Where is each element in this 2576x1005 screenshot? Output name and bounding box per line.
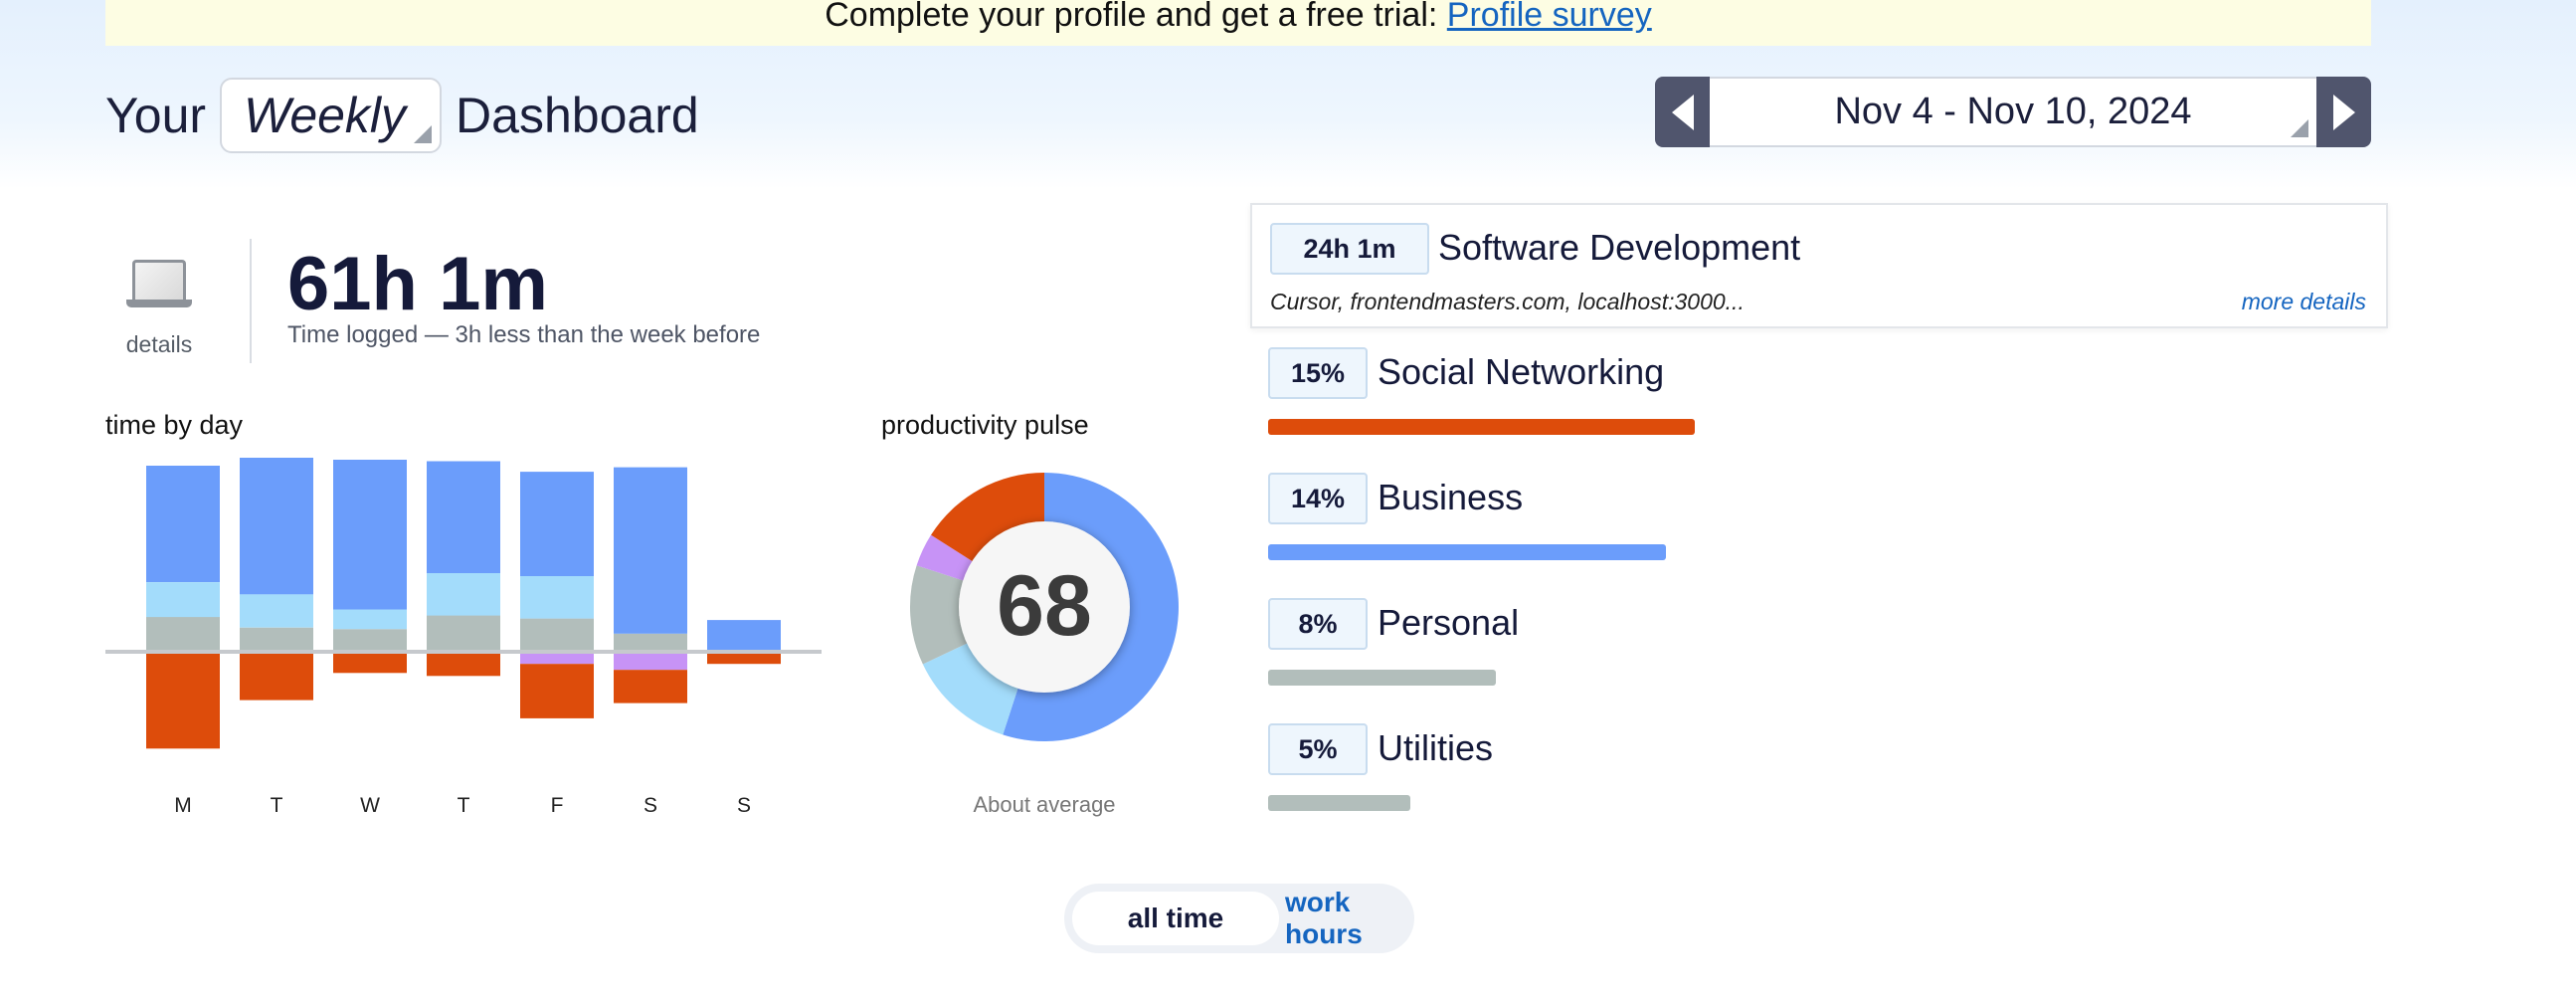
- dashboard-title: Your Weekly Dashboard: [105, 78, 699, 153]
- banner-text: Complete your profile and get a free tri…: [825, 0, 1438, 34]
- category-name: Business: [1378, 477, 1524, 517]
- category-name: Utilities: [1378, 727, 1494, 768]
- day-bar-segment: [240, 652, 313, 701]
- time-by-day-label: time by day: [105, 410, 244, 440]
- date-range-select[interactable]: Nov 4 - Nov 10, 2024: [1710, 77, 2316, 147]
- day-bar-segment: [333, 652, 407, 674]
- day-tick-label: M: [174, 794, 192, 817]
- total-time-subtitle: Time logged — 3h less than the week befo…: [287, 321, 761, 348]
- period-value: Weekly: [244, 88, 407, 143]
- day-bar-segment: [614, 670, 687, 704]
- day-bar-segment: [520, 472, 594, 576]
- day-bar-segment: [333, 460, 407, 610]
- day-tick-label: T: [458, 794, 470, 817]
- time-by-day-chart: MTWTFSS: [105, 458, 822, 817]
- day-bar-segment: [427, 573, 500, 616]
- arrow-left-icon: [1671, 94, 1694, 130]
- day-bar-segment: [520, 576, 594, 619]
- time-scope-toggle: all time work hours: [1064, 884, 1414, 953]
- day-bar-segment: [333, 609, 407, 630]
- all-time-option[interactable]: all time: [1072, 892, 1279, 945]
- productivity-score: 68: [997, 558, 1092, 654]
- title-suffix: Dashboard: [456, 88, 699, 143]
- day-bar-segment: [520, 664, 594, 718]
- previous-week-button[interactable]: [1655, 77, 1710, 147]
- laptop-icon: [126, 260, 192, 307]
- day-tick-label: F: [551, 794, 564, 817]
- day-bar-segment: [146, 617, 220, 652]
- category-percent-badge: 8%: [1268, 598, 1368, 650]
- category-bar: [1268, 795, 1410, 811]
- work-hours-option[interactable]: work hours: [1285, 887, 1406, 949]
- day-bar-segment: [427, 615, 500, 652]
- day-bar-segment: [146, 466, 220, 582]
- category-name: Software Development: [1438, 227, 1801, 268]
- category-percent-badge: 15%: [1268, 347, 1368, 399]
- day-bar-segment: [614, 467, 687, 634]
- category-bar: [1268, 670, 1496, 686]
- day-bar-segment: [240, 627, 313, 652]
- category-time-badge: 24h 1m: [1270, 223, 1429, 275]
- day-bar-segment: [240, 594, 313, 628]
- category-bar: [1268, 544, 1666, 560]
- divider: [250, 239, 252, 363]
- category-apps: Cursor, frontendmasters.com, localhost:3…: [1270, 289, 1745, 314]
- day-bar-segment: [614, 652, 687, 671]
- category-name: Personal: [1378, 602, 1520, 643]
- more-details-link[interactable]: more details: [2242, 289, 2366, 315]
- arrow-right-icon: [2332, 94, 2355, 130]
- day-tick-label: T: [271, 794, 283, 817]
- day-bar-segment: [707, 620, 781, 652]
- details-label: details: [125, 331, 193, 357]
- dropdown-corner-icon: [2291, 119, 2308, 137]
- category-percent-badge: 14%: [1268, 473, 1368, 524]
- date-range-value: Nov 4 - Nov 10, 2024: [1834, 91, 2192, 132]
- day-bar-segment: [427, 652, 500, 677]
- category-percent-badge: 5%: [1268, 723, 1368, 775]
- day-tick-label: S: [644, 794, 657, 817]
- day-tick-label: W: [360, 794, 380, 817]
- next-week-button[interactable]: [2316, 77, 2371, 147]
- day-bar-segment: [427, 461, 500, 573]
- period-select[interactable]: Weekly: [220, 78, 443, 153]
- day-bar-segment: [520, 618, 594, 652]
- date-navigator: Nov 4 - Nov 10, 2024: [1655, 77, 2371, 147]
- category-card-software-development[interactable]: 24h 1m Software Development Cursor, fron…: [1250, 203, 2388, 328]
- productivity-caption: About average: [973, 792, 1116, 817]
- day-bar-segment: [240, 458, 313, 595]
- details-button[interactable]: details: [109, 254, 209, 358]
- day-bar-segment: [146, 652, 220, 749]
- day-bar-segment: [614, 633, 687, 652]
- category-bar: [1268, 419, 1695, 435]
- category-name: Social Networking: [1378, 351, 1665, 392]
- dropdown-corner-icon: [414, 125, 433, 143]
- total-time: 61h 1m: [287, 242, 548, 326]
- day-bar-segment: [333, 629, 407, 652]
- profile-banner: Complete your profile and get a free tri…: [105, 0, 2371, 46]
- productivity-pulse-label: productivity pulse: [881, 410, 1089, 440]
- day-tick-label: S: [737, 794, 751, 817]
- day-bar-segment: [146, 582, 220, 618]
- profile-survey-link[interactable]: Profile survey: [1447, 0, 1652, 34]
- title-prefix: Your: [105, 88, 207, 143]
